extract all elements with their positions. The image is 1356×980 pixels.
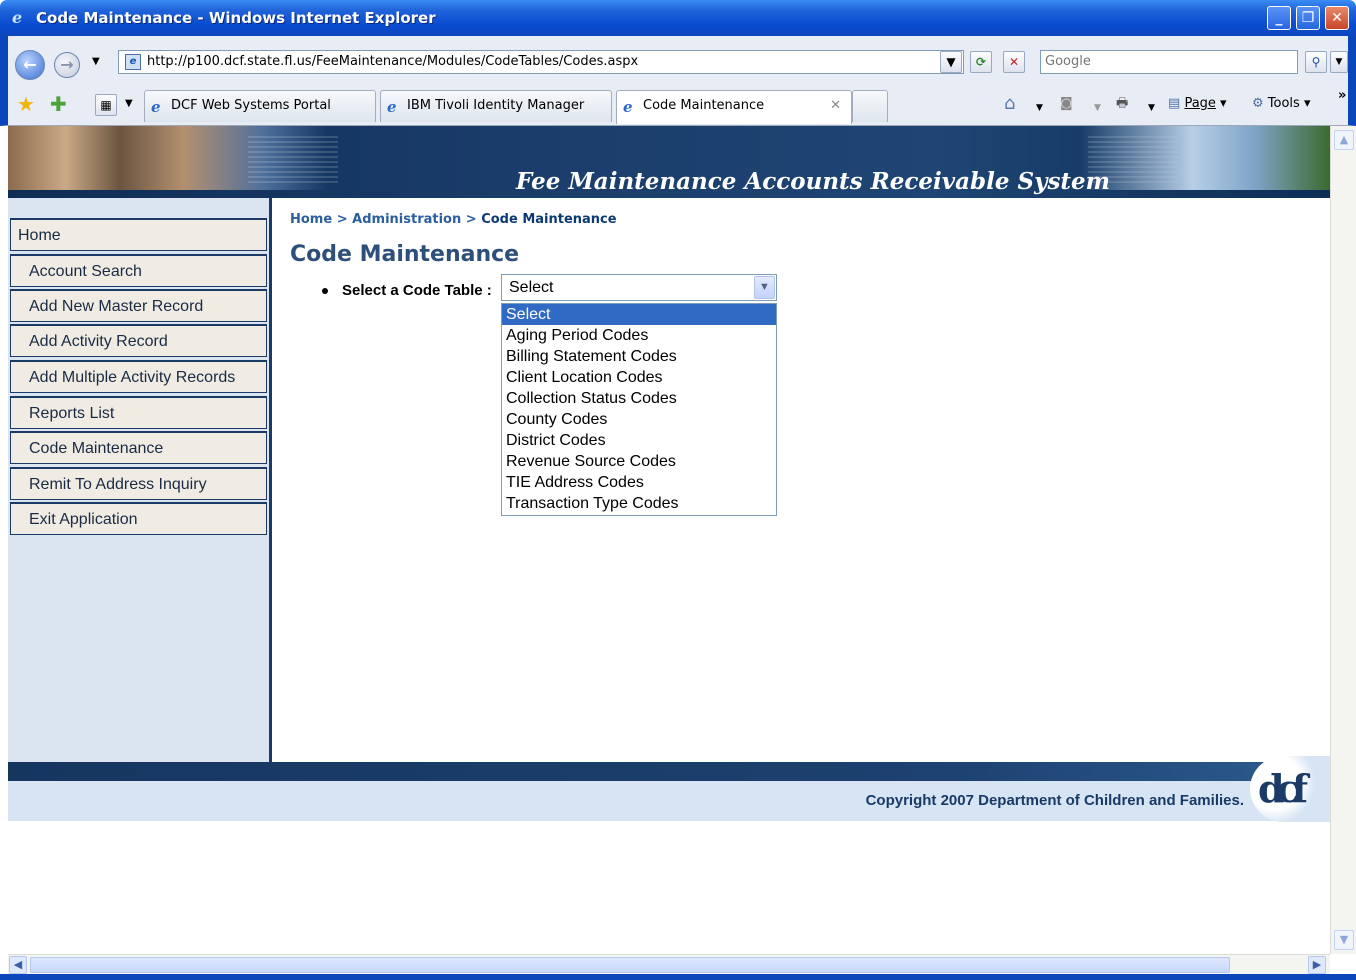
option-collection-status-codes[interactable]: Collection Status Codes [502,388,776,409]
sidebar-nav: Home Account Search Add New Master Recor… [8,198,272,762]
feeds-icon[interactable]: ◙ [1060,94,1073,114]
breadcrumb-home-link[interactable]: Home [290,212,332,227]
page-icon: ▤ [1168,96,1181,111]
tab-code-maintenance[interactable]: e Code Maintenance ✕ [616,90,852,124]
sidebar-item-add-new-master-record[interactable]: Add New Master Record [10,289,267,322]
copyright-text: Copyright 2007 Department of Children an… [865,792,1244,809]
scroll-up-icon[interactable]: ▲ [1334,130,1354,150]
maximize-icon[interactable]: ❐ [1296,6,1320,30]
scroll-down-icon[interactable]: ▼ [1334,930,1354,950]
tab-close-icon[interactable]: ✕ [830,91,841,121]
chevron-down-icon[interactable]: ▼ [754,276,775,299]
address-input[interactable]: e http://p100.dcf.state.fl.us/FeeMainten… [118,50,964,74]
tab-dcf-web-systems-portal[interactable]: e DCF Web Systems Portal [144,90,376,122]
code-table-label: Select a Code Table : [342,282,492,299]
option-transaction-type-codes[interactable]: Transaction Type Codes [502,493,776,514]
window-bottom-border [0,974,1356,980]
page-title: Code Maintenance [290,242,520,267]
breadcrumb-current: Code Maintenance [481,212,617,227]
ie-icon: e [151,98,161,116]
page-menu-label: Page [1184,96,1216,111]
sidebar-item-exit-application[interactable]: Exit Application [10,502,267,535]
tab-label: Code Maintenance [643,98,765,113]
code-table-options-list: Select Aging Period Codes Billing Statem… [501,303,777,516]
print-dropdown-icon[interactable]: ▼ [1148,98,1155,118]
banner-children-photo [1080,126,1330,190]
footer-band [8,762,1330,781]
sidebar-item-code-maintenance[interactable]: Code Maintenance [10,431,267,464]
tab-label: IBM Tivoli Identity Manager [407,98,585,113]
breadcrumb-separator: > [465,212,477,227]
option-select[interactable]: Select [502,304,776,325]
search-icon[interactable]: ⚲ [1305,51,1327,73]
add-favorite-icon[interactable]: ✚ [50,92,67,116]
ie-icon: e [12,8,23,27]
system-title: Fee Maintenance Accounts Receivable Syst… [516,168,1111,195]
option-client-location-codes[interactable]: Client Location Codes [502,367,776,388]
code-table-select[interactable]: Select ▼ [501,274,777,301]
print-icon[interactable]: 🖶 [1116,94,1128,114]
footer: Copyright 2007 Department of Children an… [8,781,1330,821]
scroll-right-icon[interactable]: ▶ [1308,956,1326,974]
option-billing-statement-codes[interactable]: Billing Statement Codes [502,346,776,367]
horizontal-scrollbar[interactable]: ◀ ▶ [8,954,1330,974]
code-table-selected-value: Select [509,279,554,296]
ie-icon: e [387,98,397,116]
option-tie-address-codes[interactable]: TIE Address Codes [502,472,776,493]
option-county-codes[interactable]: County Codes [502,409,776,430]
history-dropdown-icon[interactable]: ▼ [92,56,100,67]
header-banner: Fee Maintenance Accounts Receivable Syst… [8,126,1330,198]
horizontal-scroll-thumb[interactable] [30,957,1230,973]
option-aging-period-codes[interactable]: Aging Period Codes [502,325,776,346]
home-icon[interactable]: ⌂ [1004,94,1015,114]
minimize-icon[interactable]: _ [1267,6,1291,30]
ie-icon: e [623,98,633,116]
favorites-star-icon[interactable]: ★ [17,92,35,116]
address-url: http://p100.dcf.state.fl.us/FeeMaintenan… [147,54,639,69]
sidebar-item-remit-to-address-inquiry[interactable]: Remit To Address Inquiry [10,467,267,500]
close-icon[interactable]: ✕ [1325,6,1349,30]
option-revenue-source-codes[interactable]: Revenue Source Codes [502,451,776,472]
code-table-field-row: Select a Code Table : [322,282,492,299]
window-title-bar: e Code Maintenance - Windows Internet Ex… [0,0,1356,36]
dcf-logo: dcf [1250,756,1330,822]
back-arrow-icon[interactable]: ← [15,50,45,80]
new-tab-button[interactable] [852,90,888,122]
scroll-left-icon[interactable]: ◀ [9,956,27,974]
address-dropdown-icon[interactable]: ▼ [940,51,962,73]
tab-list-dropdown-icon[interactable]: ▼ [125,98,133,109]
sidebar-item-add-activity-record[interactable]: Add Activity Record [10,324,267,357]
sidebar-item-account-search[interactable]: Account Search [10,254,267,287]
search-options-icon[interactable]: ▼ [1330,51,1348,73]
page-content: Fee Maintenance Accounts Receivable Syst… [8,126,1330,954]
feeds-dropdown-icon[interactable]: ▼ [1094,98,1101,118]
sidebar-item-reports-list[interactable]: Reports List [10,396,267,429]
breadcrumb-administration-link[interactable]: Administration [352,212,461,227]
sidebar-item-home[interactable]: Home [10,218,267,251]
breadcrumb-separator: > [336,212,348,227]
page-menu-button[interactable]: ▤ Page ▾ [1168,94,1227,114]
tab-label: DCF Web Systems Portal [171,98,331,113]
banner-stripes [248,136,338,186]
window-title: Code Maintenance - Windows Internet Expl… [36,9,436,27]
stop-icon[interactable]: ✕ [1003,51,1025,73]
tools-menu-button[interactable]: ⚙ Tools ▾ [1252,94,1311,114]
search-input[interactable]: Google [1040,50,1298,74]
tab-ibm-tivoli-identity-manager[interactable]: e IBM Tivoli Identity Manager [380,90,612,122]
bullet-icon [322,288,328,295]
page-icon: e [125,54,141,70]
option-district-codes[interactable]: District Codes [502,430,776,451]
breadcrumb: Home > Administration > Code Maintenance [290,212,617,227]
home-dropdown-icon[interactable]: ▼ [1036,98,1043,118]
forward-arrow-icon[interactable]: → [54,52,80,78]
refresh-icon[interactable]: ⟳ [970,51,992,73]
tools-menu-label: Tools [1267,96,1300,111]
sidebar-item-add-multiple-activity-records[interactable]: Add Multiple Activity Records [10,360,267,393]
quick-tabs-icon[interactable]: ▦ [95,94,117,116]
tools-gear-icon: ⚙ [1252,96,1264,111]
toolbar-overflow-icon[interactable]: » [1338,86,1346,106]
dcf-logo-mark: dcf [1258,766,1308,811]
vertical-scrollbar[interactable]: ▲ ▼ [1330,126,1356,954]
